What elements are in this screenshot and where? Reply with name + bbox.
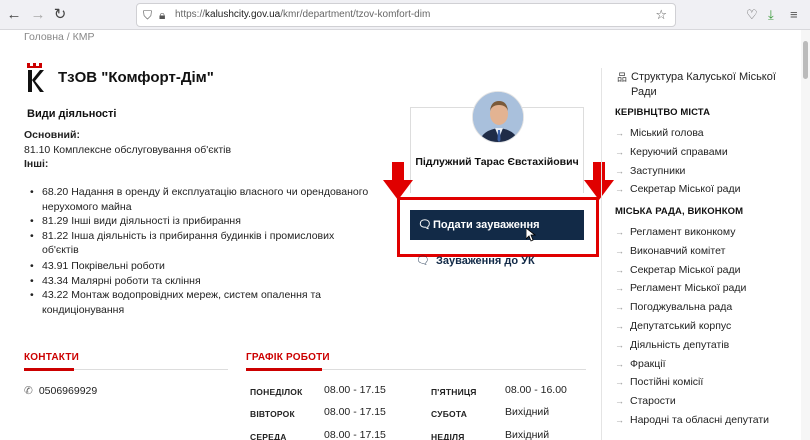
arrow-right-icon: → <box>615 184 624 194</box>
arrow-right-icon: → <box>615 147 624 157</box>
back-icon[interactable]: ← <box>4 5 24 25</box>
schedule-time: 08.00 - 17.15 <box>324 429 386 440</box>
star-icon[interactable]: ☆ <box>655 7 667 23</box>
list-item: 43.91 Покрівельні роботи <box>30 259 370 274</box>
page-title: ТзОВ "Комфорт-Дім" <box>58 69 214 86</box>
arrow-right-icon: → <box>615 265 624 275</box>
list-item: 43.34 Малярні роботи та скління <box>30 274 370 289</box>
list-item: 81.29 Інші види діяльності із прибирання <box>30 214 370 229</box>
other-activities-label: Інші: <box>24 158 49 170</box>
schedule-time: 08.00 - 16.00 <box>505 384 567 396</box>
sidebar-item[interactable]: → Заступники <box>615 164 685 178</box>
sidebar-section-leadership: КЕРІВНЦТВО МІСТА <box>615 107 711 118</box>
arrow-right-icon: → <box>615 227 624 237</box>
list-item: 43.22 Монтаж водопровідних мереж, систем… <box>30 288 370 317</box>
download-icon[interactable]: ⤓ <box>768 7 774 23</box>
sidebar-item[interactable]: → Старости <box>615 394 676 408</box>
breadcrumb[interactable]: Головна / КМР <box>24 31 95 43</box>
sidebar-item[interactable]: → Секретар Міської ради <box>615 263 741 277</box>
address-bar[interactable]: ⛉ 🔒︎ https://kalushcity.gov.ua/kmr/depar… <box>136 3 676 27</box>
divider-accent <box>246 368 322 371</box>
arrow-down-icon <box>383 162 413 200</box>
arrow-down-icon <box>584 162 614 200</box>
divider-accent <box>24 368 74 371</box>
structure-link[interactable]: 品 Структура Калуської Міської Ради <box>617 70 797 100</box>
sidebar-item[interactable]: → Фракції <box>615 357 666 371</box>
sidebar-item[interactable]: → Міський голова <box>615 126 704 140</box>
schedule-time: Вихідний <box>505 406 550 418</box>
sidebar-item[interactable]: → Регламент Міської ради <box>615 281 746 295</box>
schedule-title: ГРАФІК РОБОТИ <box>246 352 330 363</box>
list-item: 68.20 Надання в оренду й експлуатацію вл… <box>30 185 370 214</box>
arrow-right-icon: → <box>615 396 624 406</box>
arrow-right-icon: → <box>615 166 624 176</box>
schedule-time: Вихідний <box>505 429 550 440</box>
sidebar-divider <box>601 68 602 440</box>
avatar <box>472 91 524 143</box>
phone-number[interactable]: ✆ 0506969929 <box>24 385 97 397</box>
schedule-day: НЕДІЛЯ <box>431 432 465 440</box>
scrollbar-track[interactable] <box>801 30 810 440</box>
arrow-right-icon: → <box>615 246 624 256</box>
sidebar-item[interactable]: → Регламент виконкому <box>615 225 735 239</box>
mouse-cursor-icon <box>526 228 536 242</box>
schedule-day: СУБОТА <box>431 409 468 419</box>
sidebar-item[interactable]: → Секретар Міської ради <box>615 182 741 196</box>
arrow-right-icon: → <box>615 302 624 312</box>
sidebar-item[interactable]: → Виконавчий комітет <box>615 244 725 258</box>
schedule-time: 08.00 - 17.15 <box>324 384 386 396</box>
list-item: 81.22 Інша діяльність із прибирання буди… <box>30 229 370 258</box>
shield-icon[interactable]: ⛉ <box>143 8 152 23</box>
sidebar-item[interactable]: → Діяльність депутатів <box>615 338 729 352</box>
sidebar-section-council: МІСЬКА РАДА, ВИКОНКОМ <box>615 206 744 217</box>
comment-icon: 🗨︎ <box>418 219 432 231</box>
arrow-right-icon: → <box>615 128 624 138</box>
arrow-right-icon: → <box>615 340 624 350</box>
url-text[interactable]: https://kalushcity.gov.ua/kmr/department… <box>175 9 430 20</box>
activity-list-2: 43.91 Покрівельні роботи 43.34 Малярні р… <box>30 259 370 317</box>
remarks-link[interactable]: 🗨︎ Зауваження до УК <box>416 254 535 267</box>
main-activity-value: 81.10 Комплексне обслуговування об'єктів <box>24 144 232 156</box>
main-activity-label: Основний: <box>24 129 80 141</box>
sidebar-item[interactable]: → Депутатський корпус <box>615 319 731 333</box>
browser-toolbar: ← → ↻ ⛉ 🔒︎ https://kalushcity.gov.ua/kmr… <box>0 0 810 30</box>
forward-icon[interactable]: → <box>28 5 48 25</box>
arrow-right-icon: → <box>615 283 624 293</box>
sidebar-item[interactable]: → Постійні комісії <box>615 375 703 389</box>
schedule-day: ПОНЕДІЛОК <box>250 387 303 397</box>
arrow-right-icon: → <box>615 321 624 331</box>
hierarchy-icon: 品 <box>617 73 627 84</box>
sidebar-item[interactable]: → Керуючий справами <box>615 145 728 159</box>
reload-icon[interactable]: ↻ <box>50 5 70 25</box>
sidebar-item[interactable]: → Погоджувальна рада <box>615 300 732 314</box>
arrow-right-icon: → <box>615 377 624 387</box>
phone-icon: ✆ <box>24 385 33 397</box>
schedule-day: П'ЯТНИЦЯ <box>431 387 477 397</box>
schedule-time: 08.00 - 17.15 <box>324 406 386 418</box>
schedule-day: ВІВТОРОК <box>250 409 295 419</box>
activity-list-1: 68.20 Надання в оренду й експлуатацію вл… <box>30 185 370 258</box>
submit-remark-button[interactable]: 🗨︎ Подати зауваження <box>410 210 584 240</box>
pocket-icon[interactable]: ♡ <box>746 7 758 23</box>
arrow-right-icon: → <box>615 415 624 425</box>
sidebar-item[interactable]: → Народні та обласні депутати <box>615 413 769 427</box>
comment-icon: 🗨︎ <box>416 255 430 267</box>
schedule-day: СЕРЕДА <box>250 432 287 440</box>
city-logo-icon <box>27 63 44 92</box>
contacts-title: КОНТАКТИ <box>24 352 80 363</box>
scrollbar-thumb[interactable] <box>803 41 808 79</box>
arrow-right-icon: → <box>615 359 624 369</box>
activities-title: Види діяльності <box>27 108 117 120</box>
menu-icon[interactable]: ≡ <box>790 7 798 22</box>
person-name: Підлужний Тарас Євстахійович <box>415 156 579 168</box>
lock-icon[interactable]: 🔒︎ <box>159 8 165 23</box>
